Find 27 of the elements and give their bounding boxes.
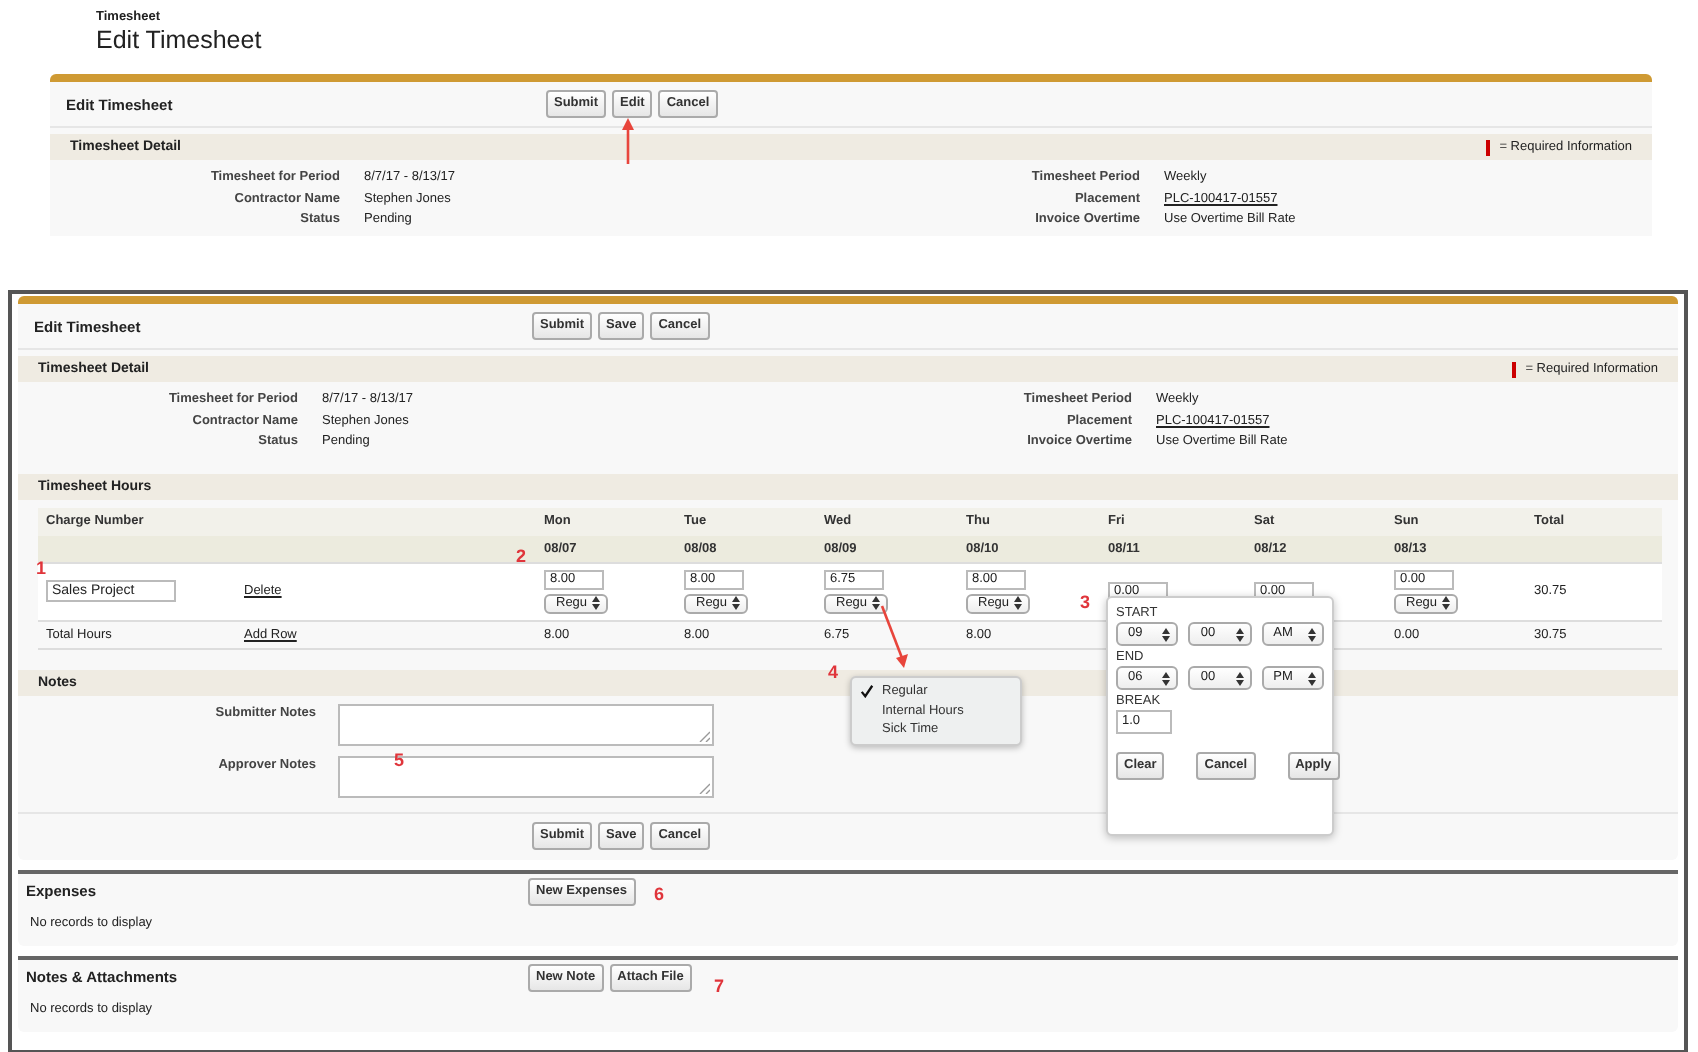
stepper-icon xyxy=(871,596,880,610)
stepper-icon xyxy=(1307,627,1316,641)
callout-number: 3 xyxy=(1080,592,1091,612)
resize-grip-icon[interactable] xyxy=(698,781,710,793)
callout-number: 4 xyxy=(828,662,839,682)
callout-number: 5 xyxy=(394,750,405,770)
stepper-icon xyxy=(1235,627,1244,641)
stepper-icon xyxy=(1441,596,1450,610)
arrow xyxy=(880,605,908,668)
notes-textarea[interactable] xyxy=(338,703,714,745)
stepper-icon xyxy=(1013,596,1022,610)
callout-number: 7 xyxy=(714,976,725,996)
notes-textarea[interactable] xyxy=(338,755,714,797)
stepper-icon xyxy=(1162,627,1171,641)
stepper-icon xyxy=(591,596,600,610)
callout-number: 1 xyxy=(36,558,47,578)
stepper-icon xyxy=(1307,671,1316,685)
arrow xyxy=(622,118,634,164)
required-icon xyxy=(1511,361,1516,377)
stepper-icon xyxy=(1235,671,1244,685)
required-icon xyxy=(1485,139,1490,155)
callout-number: 2 xyxy=(516,546,527,566)
resize-grip-icon[interactable] xyxy=(698,729,710,741)
callout-number: 6 xyxy=(654,884,665,904)
stepper-icon xyxy=(1162,671,1171,685)
page-title: Edit Timesheet xyxy=(96,26,264,56)
stepper-icon xyxy=(731,596,740,610)
